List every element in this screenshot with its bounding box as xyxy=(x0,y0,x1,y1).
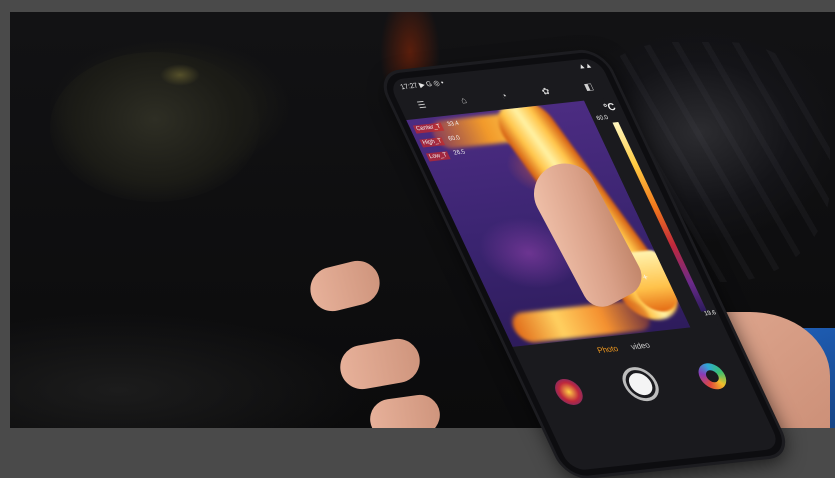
scale-min: 19.6 xyxy=(703,310,718,318)
mode-photo[interactable]: Photo xyxy=(596,344,620,355)
finger-upper xyxy=(305,256,385,316)
readout-high: High_T 60.0 xyxy=(419,135,467,148)
shutter-button[interactable] xyxy=(616,365,665,403)
background-engine-cap xyxy=(50,52,260,202)
status-signal: ▲▲ xyxy=(577,62,594,71)
scale-max: 60.0 xyxy=(595,114,610,123)
capture-controls xyxy=(527,356,753,413)
readout-center: Center_T 33.4 xyxy=(412,121,461,134)
finger-lower xyxy=(367,392,443,428)
shirt-icon[interactable]: ⌂ xyxy=(459,95,469,106)
background-yellow-highlight xyxy=(160,64,200,86)
gallery-thumbnail-icon[interactable] xyxy=(550,377,588,407)
mode-video[interactable]: video xyxy=(629,341,651,352)
shutter-icon xyxy=(624,372,657,397)
settings-icon[interactable]: ✿ xyxy=(539,85,551,97)
background-engine-bay xyxy=(10,312,370,428)
palette-icon[interactable] xyxy=(693,362,731,391)
split-view-icon[interactable]: ◧ xyxy=(582,81,595,93)
hot-region-bottom xyxy=(507,299,656,344)
gauge-icon[interactable]: ◔ xyxy=(499,91,509,102)
menu-icon[interactable]: ☰ xyxy=(415,99,428,111)
readout-value: 60.0 xyxy=(447,135,462,143)
readout-low: Low_T 26.5 xyxy=(425,149,474,162)
scale-unit: °C xyxy=(602,101,618,114)
readout-value: 26.5 xyxy=(452,149,467,157)
readout-label: Center_T xyxy=(412,122,445,134)
readout-label: High_T xyxy=(419,137,446,148)
readout-label: Low_T xyxy=(425,151,451,162)
